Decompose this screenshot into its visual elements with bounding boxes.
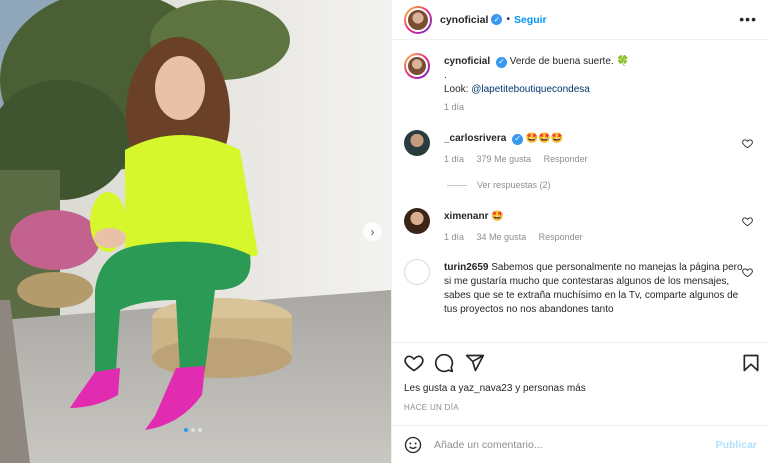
comment-username[interactable]: ximenanr: [444, 211, 488, 222]
caption-time: 1 día: [444, 102, 465, 112]
reply-button[interactable]: Responder: [539, 232, 583, 242]
post-header: cynoficial ✓ • Seguir •••: [392, 0, 768, 40]
reply-button[interactable]: Responder: [544, 154, 588, 164]
caption-username[interactable]: cynoficial: [444, 56, 490, 67]
follow-button[interactable]: Seguir: [514, 14, 547, 26]
avatar[interactable]: [404, 5, 432, 34]
bookmark-icon[interactable]: [741, 353, 761, 373]
avatar[interactable]: [404, 259, 430, 285]
post-time: HACE UN DÍA: [404, 403, 459, 412]
chevron-right-icon: ›: [370, 224, 375, 239]
share-icon[interactable]: [465, 353, 485, 373]
emoji-icon[interactable]: [404, 436, 422, 454]
likes-summary[interactable]: Les gusta a yaz_nava23 y personas más: [404, 383, 586, 394]
post-side-panel: cynoficial ✓ • Seguir ••• cynoficial ✓ V…: [391, 0, 768, 463]
comment-text: 🤩: [491, 211, 504, 222]
comment-text: 🤩🤩🤩: [525, 133, 564, 144]
post-photo[interactable]: ›: [0, 0, 391, 463]
view-replies-button[interactable]: Ver respuestas (2): [447, 180, 551, 190]
action-bar: [392, 342, 768, 382]
verified-icon: ✓: [495, 56, 507, 68]
verified-icon: ✓: [491, 14, 503, 25]
header-username[interactable]: cynoficial: [440, 14, 488, 26]
comment-time: 1 día: [444, 232, 465, 242]
comment-input[interactable]: Añade un comentario...: [434, 439, 716, 451]
photo-image: [0, 0, 391, 463]
avatar[interactable]: [404, 130, 430, 156]
comment-time: 1 día: [444, 154, 465, 164]
comment-text: Sabemos que personalmente no manejas la …: [444, 262, 743, 315]
comment-username[interactable]: turin2659: [444, 262, 488, 273]
carousel-dot: [198, 428, 202, 432]
next-photo-button[interactable]: ›: [363, 222, 382, 241]
comment-heart-icon[interactable]: [742, 138, 753, 149]
more-options-icon[interactable]: •••: [739, 11, 757, 27]
comments-list[interactable]: cynoficial ✓ Verde de buena suerte. 🍀 . …: [392, 41, 768, 341]
comment-likes[interactable]: 34 Me gusta: [477, 232, 527, 242]
add-comment-bar: Añade un comentario... Publicar: [392, 425, 768, 463]
carousel-dot: [191, 428, 195, 432]
comment-heart-icon[interactable]: [742, 267, 753, 278]
caption-text: Verde de buena suerte. 🍀: [509, 56, 629, 67]
separator-dot: •: [506, 14, 510, 25]
view-replies-label: Ver respuestas (2): [477, 180, 551, 190]
caption-dot: .: [444, 70, 447, 81]
verified-icon: ✓: [512, 133, 524, 145]
heart-icon[interactable]: [404, 353, 424, 373]
avatar[interactable]: [404, 208, 430, 234]
avatar[interactable]: [404, 53, 430, 79]
comment-username[interactable]: _carlosrivera: [444, 133, 506, 144]
mention-link[interactable]: @lapetiteboutiquecondesa: [471, 84, 590, 95]
carousel-indicator: [184, 428, 202, 432]
caption-look-label: Look:: [444, 84, 469, 95]
comment-heart-icon[interactable]: [742, 216, 753, 227]
comment-icon[interactable]: [434, 353, 454, 373]
comment-likes[interactable]: 379 Me gusta: [477, 154, 532, 164]
carousel-dot-active: [184, 428, 188, 432]
publish-button[interactable]: Publicar: [716, 439, 757, 451]
